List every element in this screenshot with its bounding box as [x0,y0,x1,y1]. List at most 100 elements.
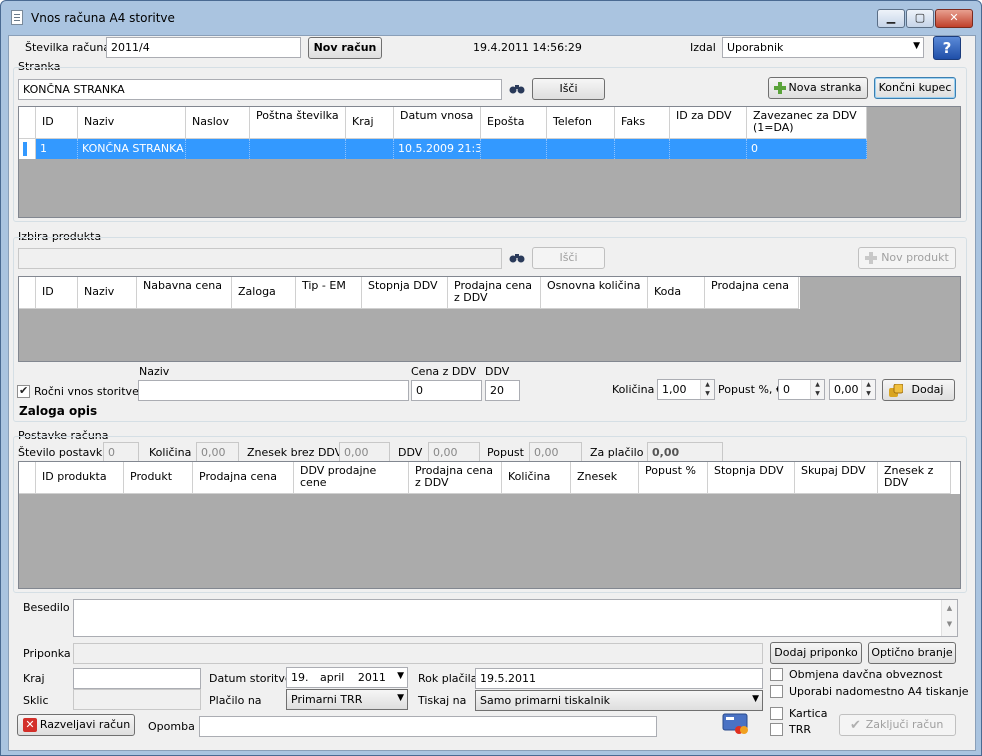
column-header[interactable]: Kraj [346,107,394,139]
binoculars-icon[interactable] [509,83,525,95]
item-count-label: Število postavk [18,446,103,459]
column-header[interactable]: Datum vnosa [394,107,481,139]
payment-select[interactable]: Primarni TRR ▼ [286,689,408,710]
column-header[interactable]: Prodajna cena [193,462,294,494]
column-header[interactable]: DDV prodajne cene [294,462,409,494]
column-header[interactable]: Produkt [124,462,193,494]
column-header[interactable]: Poštna številka [250,107,346,139]
card-label: Kartica [789,707,828,720]
column-header[interactable]: Prodajna cena z DDV [448,277,541,309]
spin-arrows-icon[interactable]: ▲ ▼ [810,380,824,399]
trr-checkbox[interactable] [770,723,783,736]
product-search-input[interactable] [18,248,502,269]
finish-invoice-button[interactable]: ✔ Zaključi račun [839,714,956,736]
column-header[interactable]: Znesek z DDV [878,462,951,494]
column-header[interactable]: ID [36,107,78,139]
column-header[interactable]: Stopnja DDV [362,277,448,309]
datetime-display: 19.4.2011 14:56:29 [473,41,582,54]
note-input[interactable] [199,716,657,737]
column-header[interactable]: Popust % [639,462,708,494]
minimize-button[interactable]: ▁ [877,9,905,28]
service-date-picker[interactable]: 19. april 2011 ▼ [286,667,408,688]
add-item-button[interactable]: Dodaj [882,379,955,401]
scan-button[interactable]: Optično branje [868,642,956,664]
text-area[interactable]: ▲ ▼ [73,599,958,637]
column-header[interactable]: Telefon [547,107,615,139]
column-header[interactable]: Zavezanec za DDV (1=DA) [747,107,867,139]
net-amount-field: 0,00 [339,442,390,463]
quantity-stepper[interactable]: 1,00 ▲ ▼ [657,379,715,400]
service-name-input[interactable] [138,380,409,401]
column-header[interactable]: Nabavna cena [137,277,232,309]
total-qty-field: 0,00 [196,442,239,463]
total-vat-field: 0,00 [428,442,480,463]
date-month: april [320,671,345,684]
card-checkbox[interactable] [770,707,783,720]
discount-percent-stepper[interactable]: 0 ▲ ▼ [778,379,825,400]
issued-by-select[interactable]: Uporabnik ▼ [722,37,924,58]
binoculars-icon[interactable] [509,252,525,264]
trr-label: TRR [789,723,812,736]
new-customer-button[interactable]: Nova stranka [768,77,868,99]
cancel-invoice-button[interactable]: ✕ Razveljavi račun [17,714,135,736]
column-header[interactable]: Naslov [186,107,250,139]
spin-arrows-icon[interactable]: ▲ ▼ [700,380,714,399]
add-item-label: Dodaj [911,383,944,396]
price-input[interactable]: 0 [411,380,482,401]
price-label: Cena z DDV [411,365,477,378]
cancel-invoice-label: Razveljavi račun [39,718,131,731]
column-header[interactable]: Epošta [481,107,547,139]
column-header[interactable]: Zaloga [232,277,296,309]
discount-eur-stepper[interactable]: 0,00 ▲ ▼ [829,379,876,400]
end-customer-button[interactable]: Končni kupec [874,77,956,99]
due-date-input[interactable]: 19.5.2011 [475,668,763,689]
invoice-number-input[interactable]: 2011/4 [106,37,301,58]
column-header[interactable]: Prodajna cena z DDV [409,462,502,494]
place-input[interactable] [73,668,201,689]
net-amount-label: Znesek brez DDV [247,446,343,459]
column-header[interactable]: ID za DDV [670,107,747,139]
chevron-down-icon: ▼ [913,41,920,51]
tax-reversal-checkbox[interactable] [770,668,783,681]
new-product-button[interactable]: Nov produkt [858,247,956,269]
column-header[interactable]: Količina [502,462,571,494]
customer-search-button[interactable]: Išči [532,78,605,100]
cancel-icon: ✕ [23,718,37,732]
vat-input[interactable]: 20 [485,380,520,401]
a4-print-checkbox[interactable] [770,685,783,698]
payment-label: Plačilo na [209,694,262,707]
close-button[interactable]: ✕ [935,9,973,28]
items-grid-header: ID produkta Produkt Prodajna cena DDV pr… [19,462,960,494]
item-count-field: 0 [103,442,139,463]
product-search-button[interactable]: Išči [532,247,605,269]
maximize-button[interactable]: ▢ [906,9,934,28]
items-grid[interactable]: ID produkta Produkt Prodajna cena DDV pr… [18,461,961,589]
column-header[interactable]: Faks [615,107,670,139]
column-header[interactable]: Prodajna cena [705,277,799,309]
column-header[interactable]: Skupaj DDV [795,462,878,494]
text-label: Besedilo [23,601,70,614]
customer-grid[interactable]: ID Naziv Naslov Poštna številka Kraj Dat… [18,106,961,218]
column-header[interactable]: Osnovna količina [541,277,648,309]
column-header[interactable]: ID produkta [36,462,124,494]
column-header[interactable]: Znesek [571,462,639,494]
manual-entry-checkbox[interactable] [17,384,30,398]
help-icon[interactable]: ? [933,36,961,60]
column-header[interactable]: Naziv [78,277,137,309]
printer-select[interactable]: Samo primarni tiskalnik ▼ [475,690,763,711]
column-header[interactable]: ID [36,277,78,309]
scrollbar[interactable]: ▲ ▼ [941,600,957,636]
product-grid[interactable]: ID Naziv Nabavna cena Zaloga Tip - EM St… [18,276,961,362]
spin-arrows-icon[interactable]: ▲ ▼ [861,380,875,399]
reference-label: Sklic [23,694,49,707]
customer-search-input[interactable]: KONČNA STRANKA [18,79,502,100]
add-attachment-button[interactable]: Dodaj priponko [770,642,862,664]
column-header[interactable]: Stopnja DDV [708,462,795,494]
column-header[interactable]: Tip - EM [296,277,362,309]
column-header[interactable]: Naziv [78,107,186,139]
table-row[interactable]: 1 KONČNA STRANKA 10.5.2009 21:36 0 [19,139,867,159]
column-header[interactable]: Koda [648,277,705,309]
new-invoice-button[interactable]: Nov račun [308,37,382,59]
application-window: Vnos računa A4 storitve ▁ ▢ ✕ Številka r… [0,0,982,756]
quantity-label: Količina [612,383,655,396]
